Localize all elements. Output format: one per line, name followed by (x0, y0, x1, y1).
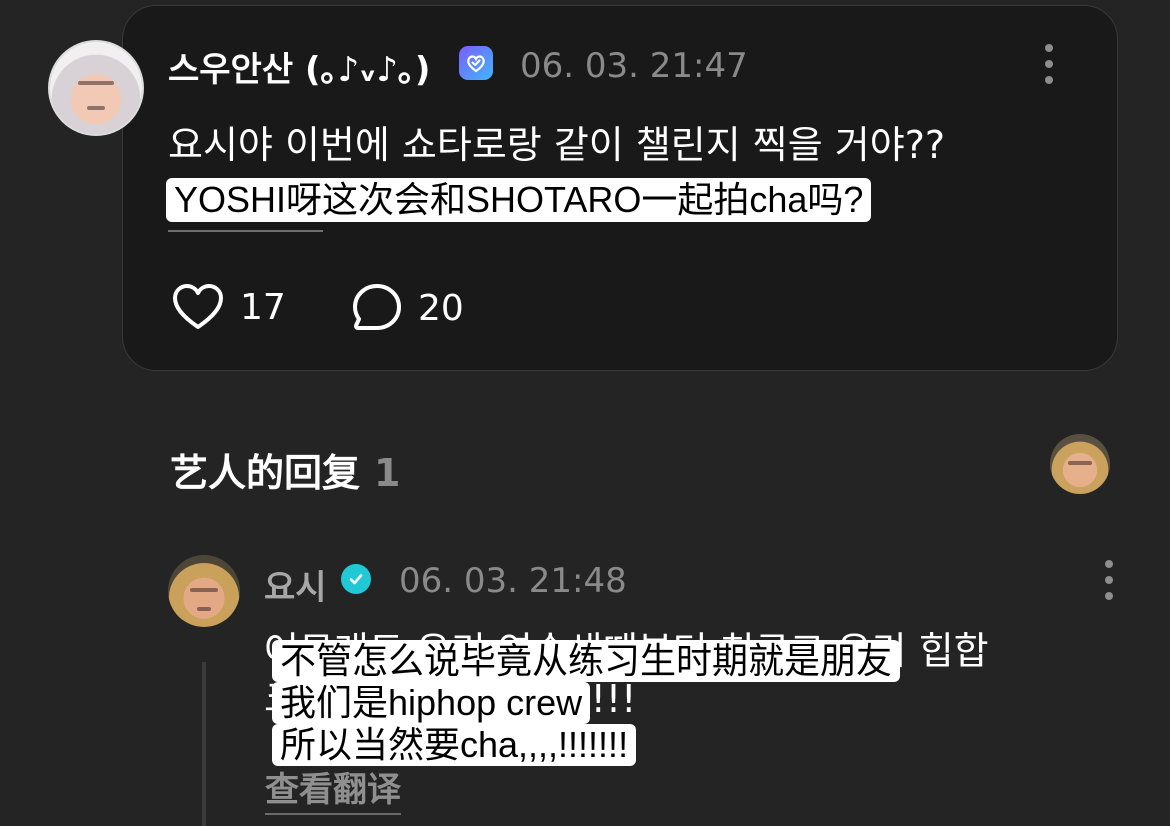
avatar-eyes (1068, 461, 1092, 465)
comment-bubble-icon (353, 284, 401, 330)
post-text: 요시야 이번에 쇼타로랑 같이 챌린지 찍을 거야?? (168, 123, 946, 167)
artist-replies-title: 艺人的回复 1 (170, 442, 400, 497)
verified-check-icon (341, 564, 371, 594)
reply-timestamp: 06. 03. 21:48 (399, 561, 627, 601)
artist-avatar-small[interactable] (1050, 434, 1110, 494)
avatar-mouth (196, 606, 212, 611)
post-translation-overlay: YOSHI呀这次会和SHOTARO一起拍cha吗? (166, 178, 872, 222)
comment-button[interactable]: 20 (352, 283, 464, 333)
post-translation-underline (168, 230, 323, 232)
heart-icon (173, 284, 223, 329)
avatar[interactable] (48, 40, 144, 136)
artist-replies-count: 1 (374, 451, 401, 495)
reply-translation-line: 所以当然要cha,,,,!!!!!!! (272, 724, 637, 766)
thread-line (202, 662, 206, 826)
artist-replies-label: 艺人的回复 (170, 451, 361, 495)
fan-post-page: 스우안산 (｡♪ᵥ♪｡) 06. 03. 21:47 요시야 이번에 쇼타로랑 … (0, 0, 1170, 826)
avatar-eyes (77, 80, 115, 85)
verified-badge-icon (459, 46, 493, 80)
more-vertical-icon[interactable] (1103, 560, 1115, 600)
like-count: 17 (240, 286, 286, 328)
avatar-eyes (189, 588, 219, 593)
like-button[interactable]: 17 (172, 283, 286, 331)
reply-translation-line: 不管怎么说毕竟从练习生时期就是朋友 (272, 640, 901, 682)
reply-author-name[interactable]: 요시 (264, 560, 327, 609)
more-vertical-icon[interactable] (1043, 44, 1055, 84)
post-timestamp: 06. 03. 21:47 (520, 46, 748, 86)
post-author-name[interactable]: 스우안산 (｡♪ᵥ♪｡) (168, 42, 430, 91)
view-translation-link[interactable]: 查看翻译 (265, 762, 401, 815)
reply-avatar[interactable] (168, 555, 240, 627)
comment-count: 20 (418, 287, 464, 329)
avatar-mouth (86, 106, 106, 111)
reply-translation-line: 我们是hiphop crew (272, 682, 591, 724)
